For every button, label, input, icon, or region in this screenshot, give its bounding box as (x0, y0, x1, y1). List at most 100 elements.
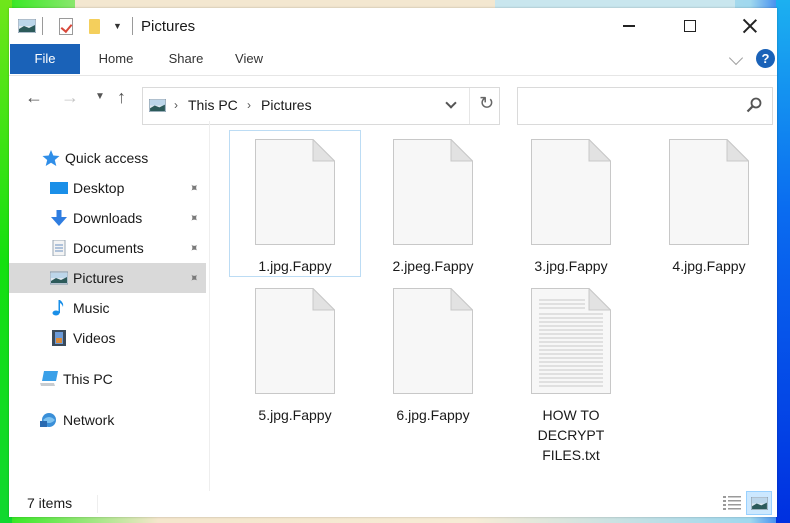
file-item[interactable]: 2.jpeg.Fappy (367, 131, 499, 276)
breadcrumb-this-pc[interactable]: This PC (188, 97, 238, 113)
recent-locations-chevron-icon[interactable]: ▼ (95, 91, 105, 102)
videos-icon (52, 330, 66, 346)
window-title: Pictures (141, 18, 196, 35)
file-name: 2.jpeg.Fappy (392, 258, 474, 274)
pin-icon[interactable]: ✦ (186, 179, 203, 196)
pictures-folder-icon (18, 19, 36, 33)
large-icons-view-button[interactable] (746, 491, 772, 515)
file-explorer-window: ▼ Pictures File Home Share View ? ← → ▼ … (9, 8, 777, 517)
back-button[interactable]: ← (25, 87, 43, 108)
nav-item-label: Pictures (73, 270, 124, 286)
nav-item-label: Network (63, 412, 115, 428)
title-bar[interactable]: ▼ Pictures (9, 8, 777, 44)
nav-item-documents[interactable]: Documents ✦ (9, 233, 206, 263)
minimize-icon (623, 25, 635, 27)
search-input[interactable] (517, 87, 773, 125)
pin-icon[interactable]: ✦ (186, 209, 203, 226)
nav-item-pictures[interactable]: Pictures ✦ (9, 263, 206, 293)
pictures-location-icon (149, 99, 166, 112)
file-name: 4.jpg.Fappy (672, 258, 746, 274)
nav-item-label: This PC (63, 371, 113, 387)
nav-item-downloads[interactable]: Downloads ✦ (9, 203, 206, 233)
customize-toolbar-dropdown-icon[interactable]: ▼ (113, 21, 122, 31)
nav-item-desktop[interactable]: Desktop ✦ (9, 173, 206, 203)
music-icon (52, 300, 64, 316)
pane-divider[interactable] (209, 121, 210, 491)
blank-file-icon (669, 138, 750, 245)
pictures-icon (50, 271, 68, 285)
file-name: 6.jpg.Fappy (396, 407, 470, 423)
refresh-button[interactable]: ↻ (479, 93, 494, 114)
desktop-icon (50, 182, 68, 194)
address-divider (469, 88, 470, 124)
file-list: 1.jpg.Fappy 2.jpeg.Fappy 3.jpg.Fappy 4.j… (219, 121, 777, 491)
documents-icon (52, 240, 66, 256)
blank-file-icon (255, 287, 336, 394)
nav-item-label: Music (73, 300, 110, 316)
tab-share[interactable]: Share (161, 44, 211, 74)
file-name: 1.jpg.Fappy (258, 258, 332, 274)
navigation-pane: Quick access Desktop ✦ Downloads ✦ Docum… (9, 130, 206, 490)
title-separator (132, 17, 133, 35)
nav-item-videos[interactable]: Videos (9, 323, 206, 353)
nav-item-label: Videos (73, 330, 116, 346)
expand-ribbon-chevron-icon[interactable] (728, 50, 744, 66)
file-item[interactable]: 5.jpg.Fappy (229, 280, 361, 425)
desktop-background-right (776, 0, 790, 523)
file-name: 5.jpg.Fappy (258, 407, 332, 423)
nav-item-music[interactable]: Music (9, 293, 206, 323)
pin-icon[interactable]: ✦ (186, 239, 203, 256)
file-item[interactable]: 6.jpg.Fappy (367, 280, 499, 425)
status-separator (97, 495, 98, 513)
file-item[interactable]: 4.jpg.Fappy (643, 131, 775, 276)
breadcrumb-separator[interactable]: › (247, 98, 251, 112)
blank-file-icon (255, 138, 336, 245)
file-name: HOW TO DECRYPT FILES.txt (537, 407, 605, 463)
search-icon (746, 97, 762, 113)
star-icon (42, 150, 60, 166)
file-item[interactable]: 3.jpg.Fappy (505, 131, 637, 276)
computer-icon (40, 371, 58, 386)
title-separator (42, 17, 43, 35)
address-dropdown-chevron-icon[interactable] (445, 97, 457, 109)
breadcrumb-separator[interactable]: › (174, 98, 178, 112)
ribbon: File Home Share View ? (9, 44, 777, 76)
navigation-bar: ← → ▼ ↑ › This PC › Pictures ↻ (9, 77, 777, 125)
close-button[interactable] (721, 8, 779, 44)
address-bar[interactable]: › This PC › Pictures ↻ (142, 87, 500, 125)
nav-item-label: Downloads (73, 210, 143, 226)
nav-item-label: Desktop (73, 180, 125, 196)
blank-file-icon (531, 138, 612, 245)
details-view-icon[interactable] (723, 494, 741, 512)
properties-icon[interactable] (59, 18, 73, 35)
large-icons-view-icon (751, 497, 768, 510)
file-item[interactable]: 1.jpg.Fappy (229, 130, 361, 277)
tab-home[interactable]: Home (91, 44, 141, 74)
pin-icon[interactable]: ✦ (186, 269, 203, 286)
new-folder-icon[interactable] (89, 19, 100, 34)
tab-view[interactable]: View (229, 44, 269, 74)
nav-item-network[interactable]: Network (9, 405, 206, 435)
maximize-button[interactable] (661, 8, 719, 44)
download-icon (51, 210, 67, 226)
text-file-icon (531, 287, 612, 394)
help-button[interactable]: ? (756, 49, 775, 68)
blank-file-icon (393, 138, 474, 245)
blank-file-icon (393, 287, 474, 394)
nav-item-label: Documents (73, 240, 144, 256)
nav-item-quick-access[interactable]: Quick access (9, 143, 206, 173)
network-icon (40, 413, 56, 427)
up-button[interactable]: ↑ (117, 87, 126, 108)
file-item[interactable]: HOW TO DECRYPT FILES.txt (505, 280, 637, 465)
status-bar: 7 items (9, 491, 777, 517)
item-count: 7 items (27, 495, 73, 511)
file-name: 3.jpg.Fappy (534, 258, 608, 274)
minimize-button[interactable] (600, 8, 658, 44)
nav-item-label: Quick access (65, 150, 149, 166)
breadcrumb-pictures[interactable]: Pictures (261, 97, 312, 113)
forward-button[interactable]: → (61, 87, 79, 108)
close-icon (743, 19, 757, 33)
maximize-icon (684, 20, 696, 32)
tab-file[interactable]: File (10, 44, 80, 74)
nav-item-this-pc[interactable]: This PC (9, 364, 206, 394)
